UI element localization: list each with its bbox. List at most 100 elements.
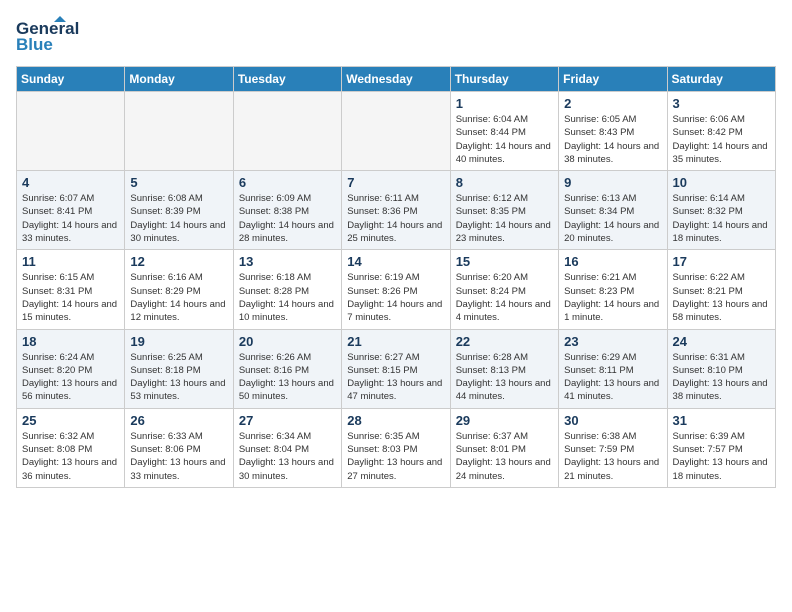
day-number: 25 — [22, 413, 119, 428]
calendar-day-cell: 11Sunrise: 6:15 AMSunset: 8:31 PMDayligh… — [17, 250, 125, 329]
day-info: Sunrise: 6:38 AMSunset: 7:59 PMDaylight:… — [564, 430, 661, 483]
day-info: Sunrise: 6:08 AMSunset: 8:39 PMDaylight:… — [130, 192, 227, 245]
day-info: Sunrise: 6:22 AMSunset: 8:21 PMDaylight:… — [673, 271, 770, 324]
day-number: 26 — [130, 413, 227, 428]
day-info: Sunrise: 6:06 AMSunset: 8:42 PMDaylight:… — [673, 113, 770, 166]
calendar-week-row: 11Sunrise: 6:15 AMSunset: 8:31 PMDayligh… — [17, 250, 776, 329]
day-info: Sunrise: 6:20 AMSunset: 8:24 PMDaylight:… — [456, 271, 553, 324]
calendar-day-cell: 10 Sunrise: 6:14 AMSunset: 8:32 PMDayligh… — [667, 171, 775, 250]
day-info: Sunrise: 6:26 AMSunset: 8:16 PMDaylight:… — [239, 351, 336, 404]
day-number: 23 — [564, 334, 661, 349]
calendar-day-cell: 3 Sunrise: 6:06 AMSunset: 8:42 PMDaylight… — [667, 92, 775, 171]
day-number: 27 — [239, 413, 336, 428]
weekday-header: Thursday — [450, 67, 558, 92]
calendar-day-cell: 22 Sunrise: 6:28 AMSunset: 8:13 PMDayligh… — [450, 329, 558, 408]
day-info: Sunrise: 6:25 AMSunset: 8:18 PMDaylight:… — [130, 351, 227, 404]
calendar-day-cell — [342, 92, 450, 171]
day-info: Sunrise: 6:28 AMSunset: 8:13 PMDaylight:… — [456, 351, 553, 404]
day-info: Sunrise: 6:31 AMSunset: 8:10 PMDaylight:… — [673, 351, 770, 404]
day-number: 3 — [673, 96, 770, 111]
calendar-day-cell: 20 Sunrise: 6:26 AMSunset: 8:16 PMDayligh… — [233, 329, 341, 408]
day-number: 12 — [130, 254, 227, 269]
day-number: 20 — [239, 334, 336, 349]
day-info: Sunrise: 6:29 AMSunset: 8:11 PMDaylight:… — [564, 351, 661, 404]
day-number: 13 — [239, 254, 336, 269]
weekday-header: Friday — [559, 67, 667, 92]
day-number: 24 — [673, 334, 770, 349]
day-number: 22 — [456, 334, 553, 349]
day-number: 16 — [564, 254, 661, 269]
day-number: 11 — [22, 254, 119, 269]
calendar-day-cell: 19 Sunrise: 6:25 AMSunset: 8:18 PMDayligh… — [125, 329, 233, 408]
calendar-day-cell: 31 Sunrise: 6:39 AMSunset: 7:57 PMDayligh… — [667, 408, 775, 487]
calendar-week-row: 4Sunrise: 6:07 AMSunset: 8:41 PMDaylight… — [17, 171, 776, 250]
day-info: Sunrise: 6:34 AMSunset: 8:04 PMDaylight:… — [239, 430, 336, 483]
calendar-day-cell: 27 Sunrise: 6:34 AMSunset: 8:04 PMDayligh… — [233, 408, 341, 487]
calendar-day-cell: 26 Sunrise: 6:33 AMSunset: 8:06 PMDayligh… — [125, 408, 233, 487]
calendar-day-cell: 13 Sunrise: 6:18 AMSunset: 8:28 PMDayligh… — [233, 250, 341, 329]
day-number: 17 — [673, 254, 770, 269]
svg-text:Blue: Blue — [16, 35, 53, 54]
day-number: 4 — [22, 175, 119, 190]
day-info: Sunrise: 6:39 AMSunset: 7:57 PMDaylight:… — [673, 430, 770, 483]
day-number: 31 — [673, 413, 770, 428]
calendar-day-cell: 5 Sunrise: 6:08 AMSunset: 8:39 PMDaylight… — [125, 171, 233, 250]
weekday-header-row: SundayMondayTuesdayWednesdayThursdayFrid… — [17, 67, 776, 92]
calendar-day-cell: 1 Sunrise: 6:04 AMSunset: 8:44 PMDaylight… — [450, 92, 558, 171]
calendar-day-cell: 30 Sunrise: 6:38 AMSunset: 7:59 PMDayligh… — [559, 408, 667, 487]
calendar-day-cell: 17 Sunrise: 6:22 AMSunset: 8:21 PMDayligh… — [667, 250, 775, 329]
day-number: 6 — [239, 175, 336, 190]
day-number: 18 — [22, 334, 119, 349]
calendar-table: SundayMondayTuesdayWednesdayThursdayFrid… — [16, 66, 776, 488]
calendar-week-row: 1 Sunrise: 6:04 AMSunset: 8:44 PMDaylight… — [17, 92, 776, 171]
day-info: Sunrise: 6:11 AMSunset: 8:36 PMDaylight:… — [347, 192, 444, 245]
calendar-day-cell: 25 Sunrise: 6:32 AMSunset: 8:08 PMDayligh… — [17, 408, 125, 487]
day-number: 10 — [673, 175, 770, 190]
day-number: 1 — [456, 96, 553, 111]
day-number: 5 — [130, 175, 227, 190]
day-number: 19 — [130, 334, 227, 349]
weekday-header: Wednesday — [342, 67, 450, 92]
day-info: Sunrise: 6:04 AMSunset: 8:44 PMDaylight:… — [456, 113, 553, 166]
day-number: 29 — [456, 413, 553, 428]
day-number: 9 — [564, 175, 661, 190]
calendar-day-cell: 18 Sunrise: 6:24 AMSunset: 8:20 PMDayligh… — [17, 329, 125, 408]
day-info: Sunrise: 6:09 AMSunset: 8:38 PMDaylight:… — [239, 192, 336, 245]
calendar-day-cell: 21Sunrise: 6:27 AMSunset: 8:15 PMDayligh… — [342, 329, 450, 408]
calendar-day-cell: 7 Sunrise: 6:11 AMSunset: 8:36 PMDaylight… — [342, 171, 450, 250]
day-info: Sunrise: 6:13 AMSunset: 8:34 PMDaylight:… — [564, 192, 661, 245]
day-info: Sunrise: 6:24 AMSunset: 8:20 PMDaylight:… — [22, 351, 119, 404]
day-info: Sunrise: 6:14 AMSunset: 8:32 PMDaylight:… — [673, 192, 770, 245]
calendar-day-cell: 8Sunrise: 6:12 AMSunset: 8:35 PMDaylight… — [450, 171, 558, 250]
calendar-day-cell: 16Sunrise: 6:21 AMSunset: 8:23 PMDayligh… — [559, 250, 667, 329]
day-info: Sunrise: 6:33 AMSunset: 8:06 PMDaylight:… — [130, 430, 227, 483]
day-number: 2 — [564, 96, 661, 111]
logo-icon: General Blue — [16, 16, 96, 56]
calendar-day-cell — [125, 92, 233, 171]
calendar-day-cell: 29 Sunrise: 6:37 AMSunset: 8:01 PMDayligh… — [450, 408, 558, 487]
calendar-day-cell: 14 Sunrise: 6:19 AMSunset: 8:26 PMDayligh… — [342, 250, 450, 329]
day-info: Sunrise: 6:35 AMSunset: 8:03 PMDaylight:… — [347, 430, 444, 483]
day-info: Sunrise: 6:19 AMSunset: 8:26 PMDaylight:… — [347, 271, 444, 324]
calendar-day-cell: 12Sunrise: 6:16 AMSunset: 8:29 PMDayligh… — [125, 250, 233, 329]
calendar-day-cell: 9 Sunrise: 6:13 AMSunset: 8:34 PMDaylight… — [559, 171, 667, 250]
day-info: Sunrise: 6:18 AMSunset: 8:28 PMDaylight:… — [239, 271, 336, 324]
calendar-day-cell: 2Sunrise: 6:05 AMSunset: 8:43 PMDaylight… — [559, 92, 667, 171]
weekday-header: Tuesday — [233, 67, 341, 92]
day-number: 15 — [456, 254, 553, 269]
day-info: Sunrise: 6:27 AMSunset: 8:15 PMDaylight:… — [347, 351, 444, 404]
day-number: 8 — [456, 175, 553, 190]
logo: General Blue — [16, 16, 96, 56]
day-number: 14 — [347, 254, 444, 269]
calendar-day-cell: 28 Sunrise: 6:35 AMSunset: 8:03 PMDayligh… — [342, 408, 450, 487]
calendar-day-cell: 15 Sunrise: 6:20 AMSunset: 8:24 PMDayligh… — [450, 250, 558, 329]
calendar-day-cell: 6 Sunrise: 6:09 AMSunset: 8:38 PMDaylight… — [233, 171, 341, 250]
day-number: 28 — [347, 413, 444, 428]
day-info: Sunrise: 6:37 AMSunset: 8:01 PMDaylight:… — [456, 430, 553, 483]
day-number: 7 — [347, 175, 444, 190]
day-number: 30 — [564, 413, 661, 428]
calendar-week-row: 25 Sunrise: 6:32 AMSunset: 8:08 PMDayligh… — [17, 408, 776, 487]
weekday-header: Saturday — [667, 67, 775, 92]
calendar-day-cell — [17, 92, 125, 171]
day-info: Sunrise: 6:32 AMSunset: 8:08 PMDaylight:… — [22, 430, 119, 483]
